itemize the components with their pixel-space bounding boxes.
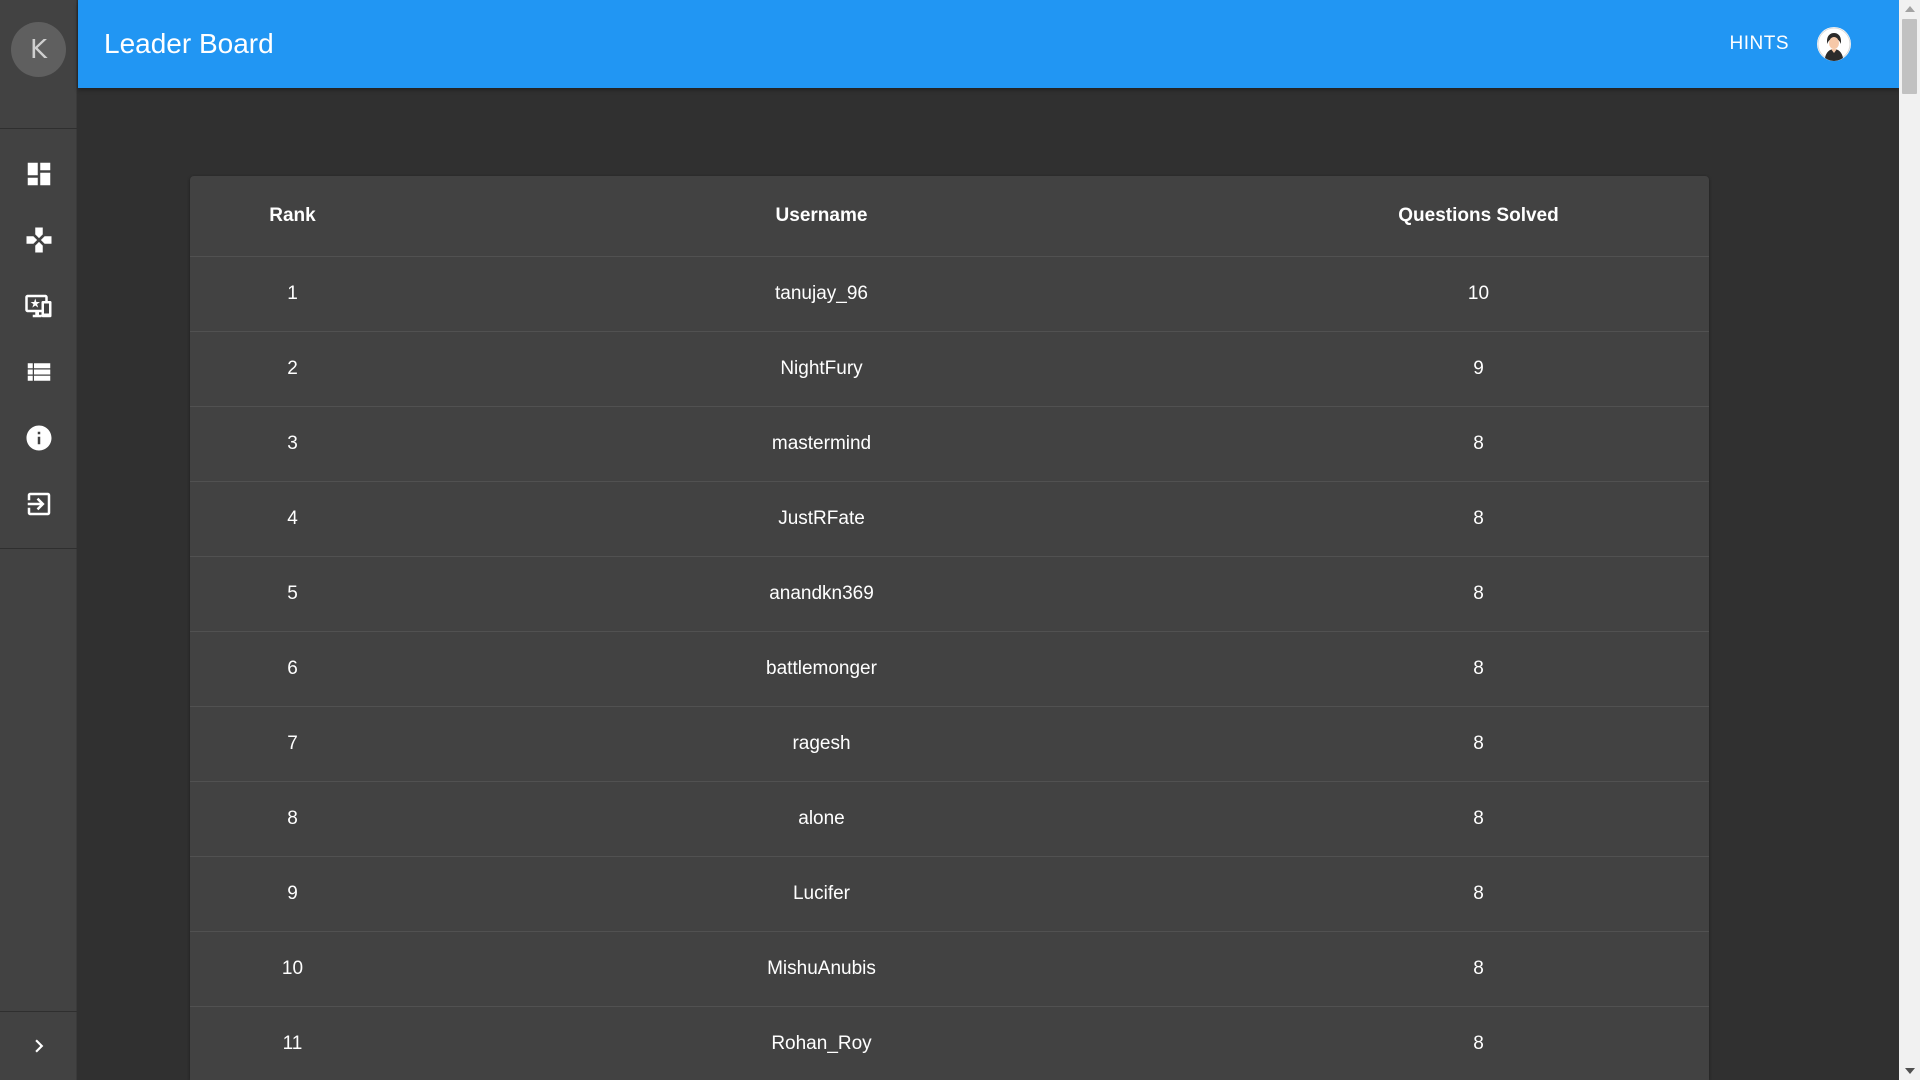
table-row: 10 MishuAnubis 8 [190, 931, 1709, 1007]
questions-solved-cell: 10 [1248, 256, 1709, 332]
sidebar-divider [0, 548, 77, 549]
logout-icon [27, 492, 50, 516]
username-cell: Rohan_Roy [395, 1006, 1248, 1080]
leaderboard-table: Rank Username Questions Solved 1 tanujay… [190, 176, 1709, 1080]
username-cell: Lucifer [395, 856, 1248, 932]
table-row: 8 alone 8 [190, 781, 1709, 857]
sidebar-divider [0, 128, 77, 129]
username-cell: anandkn369 [395, 556, 1248, 632]
leaderboard-table-card: Rank Username Questions Solved 1 tanujay… [190, 176, 1709, 1080]
scroll-down-arrow-icon[interactable] [1905, 1068, 1915, 1074]
user-avatar[interactable] [1817, 27, 1851, 61]
user-avatar-icon [1817, 27, 1851, 61]
questions-solved-cell: 8 [1248, 706, 1709, 782]
top-app-bar: Leader Board HINTS [78, 0, 1899, 88]
table-row: 2 NightFury 9 [190, 331, 1709, 407]
username-cell: alone [395, 781, 1248, 857]
scroll-up-arrow-icon[interactable] [1905, 6, 1915, 12]
table-header-row: Rank Username Questions Solved [190, 176, 1709, 257]
username-cell: MishuAnubis [395, 931, 1248, 1007]
sidebar-item-games[interactable] [0, 212, 77, 268]
questions-solved-cell: 8 [1248, 931, 1709, 1007]
table-row: 5 anandkn369 8 [190, 556, 1709, 632]
dashboard-icon [27, 162, 50, 186]
column-header-questions-solved: Questions Solved [1248, 176, 1709, 257]
list-icon [27, 363, 50, 381]
table-row: 3 mastermind 8 [190, 406, 1709, 482]
username-cell: mastermind [395, 406, 1248, 482]
questions-solved-cell: 8 [1248, 556, 1709, 632]
rank-cell: 6 [190, 631, 395, 707]
rank-cell: 2 [190, 331, 395, 407]
rank-cell: 5 [190, 556, 395, 632]
username-cell: ragesh [395, 706, 1248, 782]
rank-cell: 7 [190, 706, 395, 782]
info-icon [26, 425, 51, 451]
leaderboard-star-monitor-icon [24, 294, 51, 318]
sidebar-item-info[interactable] [0, 410, 77, 466]
table-row: 9 Lucifer 8 [190, 856, 1709, 932]
rank-cell: 4 [190, 481, 395, 557]
questions-solved-cell: 9 [1248, 331, 1709, 407]
page-title: Leader Board [104, 28, 274, 59]
sidebar-item-logout[interactable] [0, 476, 77, 532]
username-cell: tanujay_96 [395, 256, 1248, 332]
questions-solved-cell: 8 [1248, 781, 1709, 857]
sidebar-expand-button[interactable] [0, 1011, 77, 1080]
rank-cell: 9 [190, 856, 395, 932]
questions-solved-cell: 8 [1248, 1006, 1709, 1080]
rank-cell: 11 [190, 1006, 395, 1080]
page-scrollbar[interactable] [1899, 0, 1920, 1080]
sidebar-item-leaderboard[interactable] [0, 278, 77, 334]
rank-cell: 3 [190, 406, 395, 482]
rank-cell: 8 [190, 781, 395, 857]
questions-solved-cell: 8 [1248, 406, 1709, 482]
table-row: 6 battlemonger 8 [190, 631, 1709, 707]
username-cell: NightFury [395, 331, 1248, 407]
scrollbar-thumb[interactable] [1902, 19, 1917, 94]
sidebar-item-dashboard[interactable] [0, 146, 77, 202]
username-cell: battlemonger [395, 631, 1248, 707]
rank-cell: 1 [190, 256, 395, 332]
user-initial-avatar[interactable]: K [11, 22, 66, 77]
rank-cell: 10 [190, 931, 395, 1007]
table-row: 7 ragesh 8 [190, 706, 1709, 782]
table-row: 1 tanujay_96 10 [190, 256, 1709, 332]
sidebar: K [0, 0, 77, 1080]
questions-solved-cell: 8 [1248, 481, 1709, 557]
sidebar-item-list[interactable] [0, 344, 77, 400]
column-header-rank: Rank [190, 176, 395, 257]
chevron-right-icon [34, 1039, 43, 1053]
username-cell: JustRFate [395, 481, 1248, 557]
table-row: 4 JustRFate 8 [190, 481, 1709, 557]
hints-button[interactable]: HINTS [1730, 0, 1790, 88]
gamepad-icon [26, 227, 51, 253]
questions-solved-cell: 8 [1248, 856, 1709, 932]
table-row: 11 Rohan_Roy 8 [190, 1006, 1709, 1080]
column-header-username: Username [395, 176, 1248, 257]
questions-solved-cell: 8 [1248, 631, 1709, 707]
